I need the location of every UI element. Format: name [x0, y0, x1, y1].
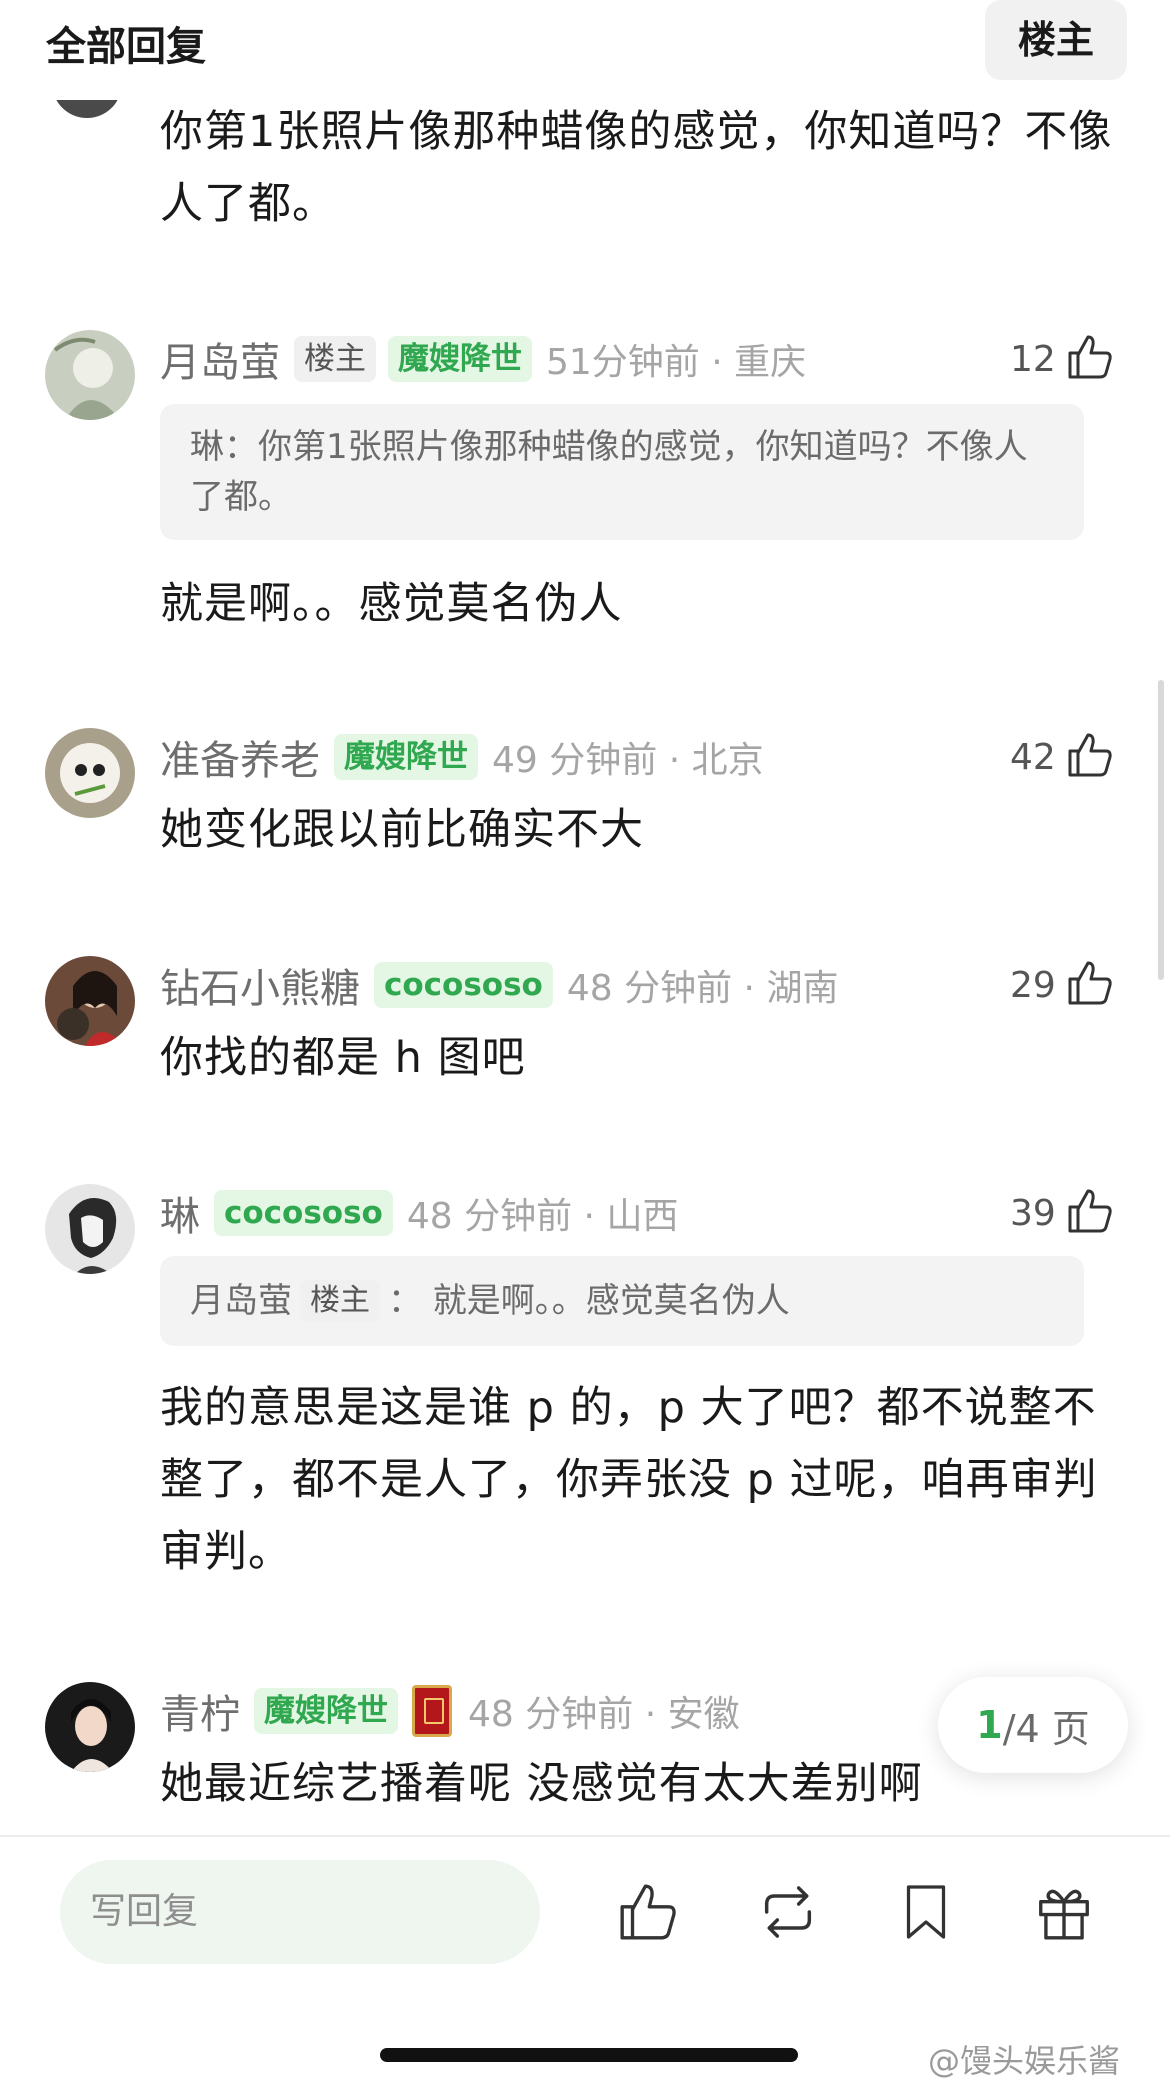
quote-author: 月岛萤 — [190, 1281, 292, 1321]
like-count: 12 — [1010, 338, 1056, 380]
quote-text: 你第1张照片像那种蜡像的感觉，你知道吗？不像人了都。 — [190, 427, 1028, 517]
quoted-reply[interactable]: 琳：你第1张照片像那种蜡像的感觉，你知道吗？不像人了都。 — [160, 404, 1084, 540]
comment-meta: 月岛萤 楼主 魔嫂降世 51分钟前 · 重庆 — [160, 334, 807, 386]
time-location: 48 分钟前 · 湖南 — [566, 968, 839, 1009]
avatar[interactable] — [45, 330, 135, 420]
op-badge: 楼主 — [294, 336, 376, 382]
op-badge: 楼主 — [300, 1280, 380, 1322]
comment-meta: 琳 cocososo 48 分钟前 · 山西 — [160, 1188, 679, 1240]
thumbs-up-icon — [1066, 731, 1114, 783]
username[interactable]: 青柠 — [160, 1682, 240, 1740]
thumbs-up-icon — [1066, 333, 1114, 385]
like-icon[interactable] — [610, 1874, 686, 1950]
time-location: 51分钟前 · 重庆 — [546, 342, 807, 383]
avatar[interactable] — [45, 1184, 135, 1274]
username[interactable]: 月岛萤 — [160, 330, 280, 388]
comment-meta: 青柠 魔嫂降世 48 分钟前 · 安徽 — [160, 1685, 740, 1738]
time-location: 48 分钟前 · 安徽 — [468, 1694, 740, 1735]
like-button[interactable]: 12 — [1010, 334, 1114, 384]
comment-text: 你第1张照片像那种蜡像的感觉，你知道吗？不像人了都。 — [160, 107, 1113, 229]
header-bar: 全部回复 楼主 — [0, 0, 1170, 100]
comment-text: 我的意思是这是谁 p 的，p 大了吧？都不说整不整了，都不是人了，你弄张没 p … — [160, 1383, 1098, 1577]
like-count: 42 — [1010, 736, 1056, 778]
fan-badge[interactable]: 魔嫂降世 — [254, 1688, 398, 1734]
gift-icon[interactable] — [1026, 1874, 1102, 1950]
quote-text: ： 就是啊。。感觉莫名伪人 — [388, 1281, 790, 1321]
like-button[interactable]: 29 — [1010, 960, 1114, 1010]
current-page: 1 — [976, 1703, 1003, 1747]
watermark: @馒头娱乐酱 — [928, 2042, 1121, 2080]
repost-icon[interactable] — [750, 1874, 826, 1950]
like-count: 39 — [1010, 1192, 1056, 1234]
total-pages: /4 页 — [1002, 1706, 1090, 1751]
like-button[interactable]: 42 — [1010, 732, 1114, 782]
comment-text: 你找的都是 h 图吧 — [160, 1033, 526, 1083]
scrollbar[interactable] — [1158, 680, 1164, 980]
fan-badge[interactable]: cocososo — [214, 1190, 393, 1236]
home-indicator[interactable] — [380, 2048, 798, 2062]
thumbs-up-icon — [1066, 1187, 1114, 1239]
username[interactable]: 钻石小熊糖 — [160, 956, 360, 1014]
avatar[interactable] — [45, 1682, 135, 1772]
avatar[interactable] — [45, 956, 135, 1046]
quote-author: 琳： — [190, 427, 258, 467]
medal-badge-icon[interactable] — [412, 1685, 452, 1737]
username[interactable]: 琳 — [160, 1184, 200, 1242]
quoted-reply[interactable]: 月岛萤 楼主： 就是啊。。感觉莫名伪人 — [160, 1256, 1084, 1346]
avatar[interactable] — [45, 728, 135, 818]
time-location: 48 分钟前 · 山西 — [406, 1196, 679, 1237]
time-location: 49 分钟前 · 北京 — [492, 740, 764, 781]
page-indicator[interactable]: 1 /4 页 — [938, 1677, 1128, 1773]
username[interactable]: 准备养老 — [160, 728, 320, 786]
like-count: 29 — [1010, 964, 1056, 1006]
thumbs-up-icon — [1066, 959, 1114, 1011]
page-title: 全部回复 — [46, 24, 206, 70]
comment-text: 就是啊。。感觉莫名伪人 — [160, 579, 623, 629]
reply-input[interactable]: 写回复 — [60, 1860, 540, 1964]
fan-badge[interactable]: 魔嫂降世 — [334, 734, 478, 780]
comment-text: 她变化跟以前比确实不大 — [160, 805, 644, 855]
fan-badge[interactable]: cocososo — [374, 962, 553, 1008]
comment-meta: 钻石小熊糖 cocososo 48 分钟前 · 湖南 — [160, 960, 839, 1012]
bookmark-icon[interactable] — [888, 1874, 964, 1950]
op-only-button[interactable]: 楼主 — [985, 0, 1127, 80]
like-button[interactable]: 39 — [1010, 1188, 1114, 1238]
comment-meta: 准备养老 魔嫂降世 49 分钟前 · 北京 — [160, 732, 764, 784]
fan-badge[interactable]: 魔嫂降世 — [388, 336, 532, 382]
